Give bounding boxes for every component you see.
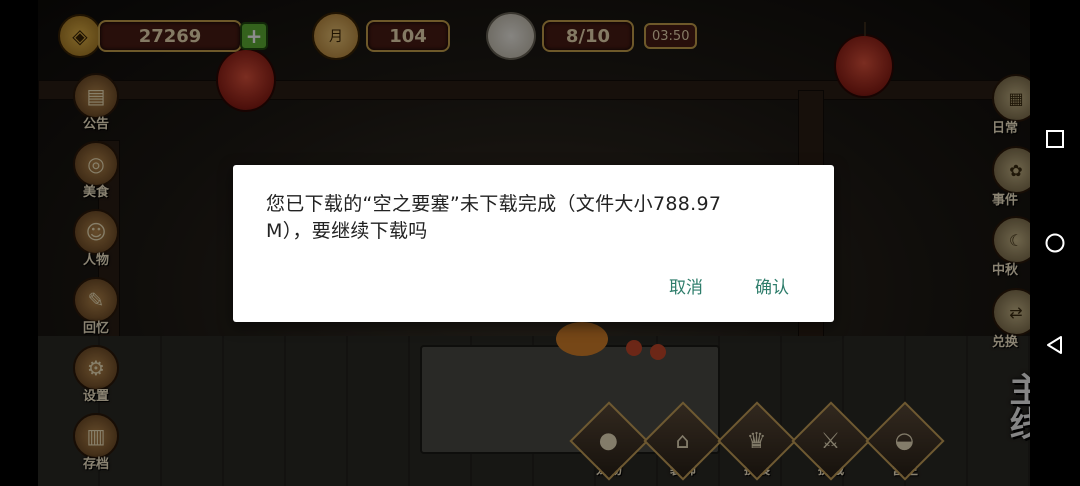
dialog-message: 您已下载的“空之要塞”未下载完成（文件大小788.97 M），要继续下载吗 bbox=[266, 193, 722, 242]
menu-pets[interactable]: ● 宠物 bbox=[569, 401, 649, 481]
menu-daily-label: 日常 bbox=[992, 121, 1019, 136]
daily-scroll-icon: ▦ bbox=[992, 74, 1030, 122]
mooncake-counter: 月 104 bbox=[312, 12, 450, 60]
menu-events-label: 事件 bbox=[992, 193, 1019, 208]
menu-food-label: 美食 bbox=[82, 185, 109, 200]
challenge-icon: ⚔ bbox=[791, 401, 871, 481]
menu-challenge[interactable]: ⚔ 挑战 bbox=[791, 401, 871, 481]
mid-autumn-icon: ☾ bbox=[992, 216, 1030, 264]
menu-exchange[interactable]: ⇄ 兑换 bbox=[992, 288, 1030, 350]
menu-save-label: 存档 bbox=[82, 457, 109, 472]
menu-memories-label: 回忆 bbox=[82, 321, 109, 336]
confirm-button[interactable]: 确认 bbox=[755, 273, 789, 298]
cancel-button[interactable]: 取消 bbox=[669, 273, 703, 298]
menu-mid-autumn[interactable]: ☾ 中秋 bbox=[992, 216, 1030, 278]
copper-coin-counter: ◈ 27269 + bbox=[58, 14, 268, 58]
fruit-icon bbox=[650, 344, 666, 360]
roast-chicken-icon bbox=[556, 322, 608, 356]
menu-settings-label: 设置 bbox=[82, 389, 109, 404]
recent-apps-icon[interactable] bbox=[1044, 128, 1066, 150]
menu-characters-label: 人物 bbox=[82, 253, 109, 268]
menu-decorate[interactable]: ⌂ 装饰 bbox=[643, 401, 723, 481]
mooncake-icon: 月 bbox=[312, 12, 360, 60]
menu-characters[interactable]: ☺ 人物 bbox=[68, 206, 124, 268]
system-navigation-bar bbox=[1030, 0, 1080, 486]
menu-notice-label: 公告 bbox=[82, 117, 109, 132]
menu-save[interactable]: ▥ 存档 bbox=[68, 410, 124, 472]
coin-amount: 27269 bbox=[98, 20, 242, 52]
menu-notice[interactable]: ▤ 公告 bbox=[68, 70, 124, 132]
back-icon[interactable] bbox=[1044, 334, 1066, 356]
gold-ingot-icon: ◒ bbox=[865, 401, 945, 481]
red-lantern-icon bbox=[834, 22, 894, 98]
home-icon[interactable] bbox=[1044, 232, 1066, 254]
exchange-icon: ⇄ bbox=[992, 288, 1030, 336]
outfit-icon: ♛ bbox=[717, 401, 797, 481]
menu-food[interactable]: ◎ 美食 bbox=[68, 138, 124, 200]
menu-settings[interactable]: ⚙ 设置 bbox=[68, 342, 124, 404]
mooncake-icon-label: 月 bbox=[329, 29, 343, 45]
decoration-house-icon: ⌂ bbox=[643, 401, 723, 481]
download-dialog: 您已下载的“空之要塞”未下载完成（文件大小788.97 M），要继续下载吗 取消… bbox=[233, 165, 834, 322]
add-coins-button[interactable]: + bbox=[240, 22, 268, 50]
menu-outfit[interactable]: ♛ 换装 bbox=[717, 401, 797, 481]
menu-daily[interactable]: ▦ 日常 bbox=[992, 74, 1030, 136]
stamina-amount: 8/10 bbox=[542, 20, 634, 52]
menu-memories[interactable]: ✎ 回忆 bbox=[68, 274, 124, 336]
stamina-timer: 03:50 bbox=[644, 23, 698, 49]
copper-coin-icon: ◈ bbox=[58, 14, 102, 58]
mooncake-amount: 104 bbox=[366, 20, 450, 52]
main-quest-button[interactable]: 主线 bbox=[978, 372, 1030, 482]
event-icon: ✿ bbox=[992, 146, 1030, 194]
stamina-counter: 8/10 03:50 bbox=[486, 12, 698, 60]
steamed-bun-icon bbox=[486, 12, 536, 60]
menu-exchange-label: 兑换 bbox=[992, 335, 1019, 350]
menu-business[interactable]: ◒ 营生 bbox=[865, 401, 945, 481]
panda-pet-icon: ● bbox=[569, 401, 649, 481]
menu-mid-autumn-label: 中秋 bbox=[992, 263, 1019, 278]
menu-events[interactable]: ✿ 事件 bbox=[992, 146, 1030, 208]
fruit-icon bbox=[626, 340, 642, 356]
